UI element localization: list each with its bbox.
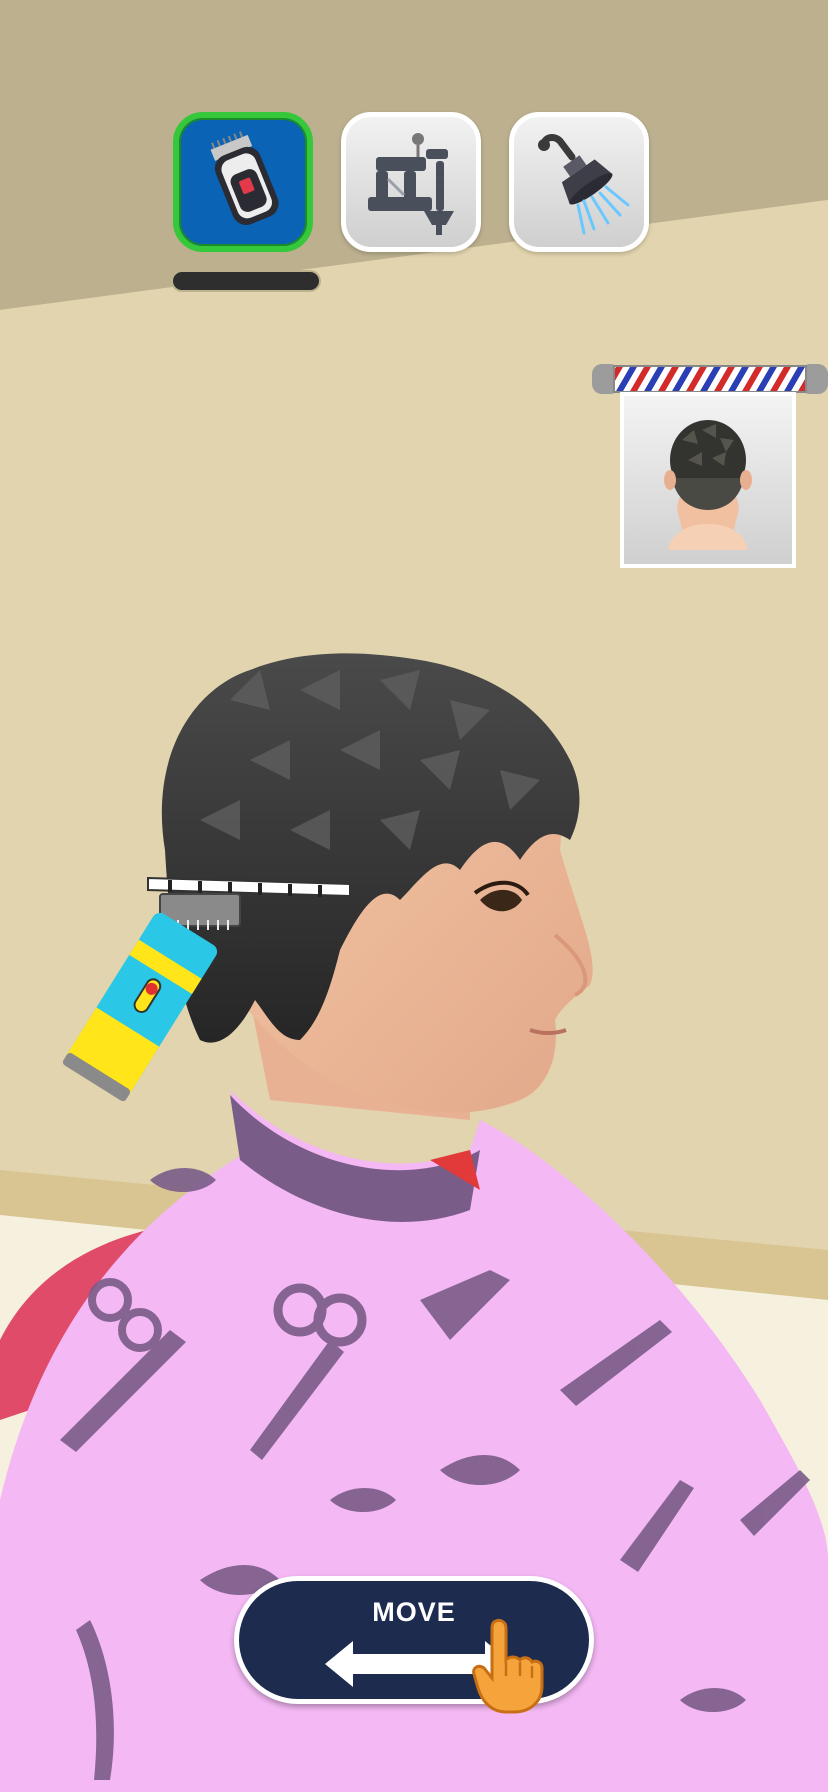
active-clipper[interactable] <box>0 0 828 1792</box>
hair-clipper-icon <box>210 131 279 225</box>
pointing-hand-icon <box>472 1618 544 1714</box>
tool-tattoo-button[interactable] <box>341 112 481 252</box>
barber-pole-icon <box>592 364 828 394</box>
tool-clipper-button[interactable] <box>173 112 313 252</box>
tool-shower-button[interactable] <box>509 112 649 252</box>
game-scene: MOVE <box>0 0 828 1792</box>
shower-head-icon <box>538 134 630 235</box>
tool-progress-bar <box>171 270 321 292</box>
reference-haircut-card <box>592 360 828 570</box>
tattoo-machine-icon <box>368 133 454 235</box>
